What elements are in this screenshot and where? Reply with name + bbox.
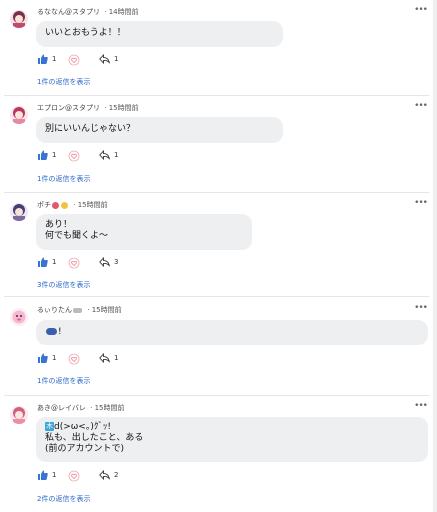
comment-header: るななん@スタプリ · 14時間前: [37, 8, 139, 16]
like-count: 1: [52, 471, 57, 479]
share-button[interactable]: 3: [99, 257, 118, 267]
share-arrow-icon: [99, 54, 110, 64]
share-count: 1: [114, 55, 119, 63]
avatar[interactable]: [10, 106, 28, 124]
comment-header: あき@レイバレ · 15時間前: [37, 404, 125, 412]
share-button[interactable]: 1: [99, 150, 118, 160]
comment-text-line: あり！: [45, 220, 73, 230]
share-arrow-icon: [99, 150, 110, 160]
like-button[interactable]: 1: [38, 470, 56, 480]
comment-bubble: 別にいいんじゃない？: [36, 117, 283, 143]
comment-text-line: d(>ω<。)ｸﾞｯ!: [54, 422, 111, 432]
share-button[interactable]: 1: [99, 54, 118, 64]
like-button[interactable]: 1: [38, 54, 56, 64]
thumbs-up-icon: [38, 54, 48, 64]
like-count: 1: [52, 55, 57, 63]
reaction-button[interactable]: [68, 150, 80, 162]
more-icon[interactable]: •••: [414, 401, 428, 411]
thumbs-up-icon: [38, 150, 48, 160]
view-replies-link[interactable]: 2件の返信を表示: [37, 494, 90, 504]
more-icon[interactable]: •••: [414, 101, 428, 111]
divider: [4, 395, 429, 396]
like-button[interactable]: 1: [38, 150, 56, 160]
like-count: 1: [52, 258, 57, 266]
comment-text-line: 何でも聞くよ〜: [45, 231, 109, 241]
view-replies-link[interactable]: 3件の返信を表示: [37, 280, 90, 290]
avatar[interactable]: [10, 203, 28, 221]
like-count: 1: [52, 354, 57, 362]
share-count: 1: [114, 151, 119, 159]
username[interactable]: エプロン@スタプリ: [37, 104, 100, 112]
reaction-button[interactable]: [68, 257, 80, 269]
heart-flower-icon: [68, 257, 80, 269]
username[interactable]: ポチ: [37, 201, 51, 209]
timestamp: 14時間前: [108, 8, 139, 16]
share-count: 1: [114, 354, 119, 362]
comment-bubble: いいとおもうよ！！: [36, 21, 283, 47]
like-button[interactable]: 1: [38, 353, 56, 363]
emoji-tag-icon: 木: [45, 422, 54, 431]
comment-header: るぃりたん · 15時間前: [37, 306, 122, 314]
reaction-button[interactable]: [68, 54, 80, 66]
divider: [4, 192, 429, 193]
timestamp: 15時間前: [77, 201, 108, 209]
comment-feed: るななん@スタプリ · 14時間前 ••• いいとおもうよ！！ 1 1 1件の返…: [0, 0, 433, 512]
view-replies-link[interactable]: 1件の返信を表示: [37, 174, 90, 184]
view-replies-link[interactable]: 1件の返信を表示: [37, 376, 90, 386]
comment-text-line: (前のアカウントで): [45, 444, 125, 454]
star-badge-icon: [61, 201, 68, 209]
share-arrow-icon: [99, 257, 110, 267]
comment-header: エプロン@スタプリ · 15時間前: [37, 104, 139, 112]
view-replies-link[interactable]: 1件の返信を表示: [37, 77, 90, 87]
thumbs-up-icon: [38, 257, 48, 267]
comment-text-line: !: [58, 327, 62, 337]
thumbs-up-icon: [38, 353, 48, 363]
timestamp: 15時間前: [108, 104, 139, 112]
divider: [4, 95, 429, 96]
thumbs-up-icon: [38, 470, 48, 480]
divider: [4, 296, 429, 297]
scrollbar[interactable]: [433, 0, 437, 512]
comment-bubble: 木d(>ω<。)ｸﾞｯ! 私も、出したこと、ある (前のアカウントで): [36, 417, 428, 462]
avatar[interactable]: [10, 10, 28, 28]
timestamp: 15時間前: [94, 404, 125, 412]
comment-text-line: 私も、出したこと、ある: [45, 433, 144, 443]
avatar[interactable]: [10, 308, 28, 326]
timestamp: 15時間前: [91, 306, 122, 314]
like-count: 1: [52, 151, 57, 159]
share-arrow-icon: [99, 353, 110, 363]
more-icon[interactable]: •••: [414, 303, 428, 313]
username[interactable]: あき@レイバレ: [37, 404, 86, 412]
heart-badge-icon: [52, 201, 59, 209]
username[interactable]: るぃりたん: [37, 306, 72, 314]
heart-flower-icon: [68, 150, 80, 162]
share-count: 3: [114, 258, 119, 266]
comment-bubble: あり！ 何でも聞くよ〜: [36, 214, 252, 250]
share-arrow-icon: [99, 470, 110, 480]
share-button[interactable]: 2: [99, 470, 118, 480]
like-button[interactable]: 1: [38, 257, 56, 267]
more-icon[interactable]: •••: [414, 5, 428, 15]
heart-flower-icon: [68, 470, 80, 482]
fish-emoji-icon: [46, 328, 57, 335]
comment-text-line: 別にいいんじゃない？: [45, 124, 136, 134]
comment-header: ポチ · 15時間前: [37, 201, 108, 209]
username[interactable]: るななん@スタプリ: [37, 8, 100, 16]
comment-text-line: いいとおもうよ！！: [45, 28, 126, 38]
reaction-button[interactable]: [68, 470, 80, 482]
heart-flower-icon: [68, 54, 80, 66]
decoration-icon: [73, 307, 82, 313]
share-button[interactable]: 1: [99, 353, 118, 363]
comment-bubble: !: [36, 320, 428, 345]
avatar[interactable]: [10, 406, 28, 424]
share-count: 2: [114, 471, 119, 479]
heart-flower-icon: [68, 353, 80, 365]
more-icon[interactable]: •••: [414, 198, 428, 208]
reaction-button[interactable]: [68, 353, 80, 365]
